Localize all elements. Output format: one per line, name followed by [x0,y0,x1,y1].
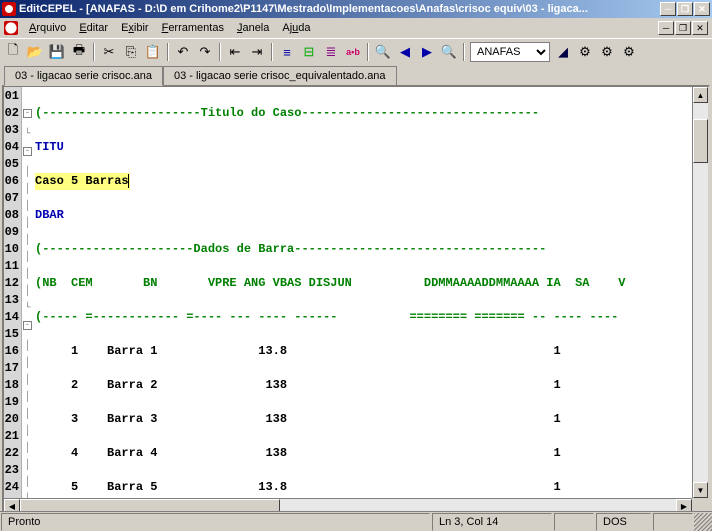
tool1-icon[interactable]: ⚙ [576,43,594,61]
menu-janela[interactable]: Janela [231,20,275,36]
mdi-icon[interactable] [4,21,18,35]
status-mode: DOS [596,513,651,531]
fold-gutter[interactable]: - └ - ││││││││└ - ││││││││││└ [22,87,33,514]
save-icon[interactable]: 💾 [48,43,66,61]
separator [219,43,221,61]
separator [367,43,369,61]
app-icon [2,2,16,16]
window-title: EditCEPEL - [ANAFAS - D:\D em Crihome2\P… [19,3,660,15]
restore-button[interactable]: ❐ [677,2,693,16]
separator [93,43,95,61]
resize-grip[interactable] [694,513,712,531]
find-icon[interactable]: 🔍 [374,43,392,61]
tree-icon[interactable]: ⊟ [300,43,318,61]
indent-left-icon[interactable]: ⇤ [226,43,244,61]
new-icon[interactable]: 🗋 [4,43,22,61]
bookmark-prev-icon[interactable]: ◀ [396,43,414,61]
run-icon[interactable]: ◢ [554,43,572,61]
mdi-close-button[interactable]: ✕ [692,21,708,35]
abc-icon[interactable]: a•b [344,43,362,61]
vscroll-thumb[interactable] [693,119,708,163]
open-icon[interactable]: 📂 [26,43,44,61]
document-tabs: 03 - ligacao serie crisoc.ana 03 - ligac… [0,65,712,85]
separator [271,43,273,61]
menu-ajuda[interactable]: Ajuda [276,20,316,36]
title-bar: EditCEPEL - [ANAFAS - D:\D em Crihome2\P… [0,0,712,18]
separator [463,43,465,61]
profile-combo[interactable]: ANAFAS [470,42,550,62]
vertical-scrollbar[interactable]: ▲ ▼ [692,87,708,498]
status-blank2 [653,513,693,531]
tab-1[interactable]: 03 - ligacao serie crisoc_equivalentado.… [163,66,397,86]
list-icon[interactable]: ≡ [278,43,296,61]
status-bar: Pronto Ln 3, Col 14 DOS [0,511,712,531]
marker-icon[interactable]: ≣ [322,43,340,61]
menu-ferramentas[interactable]: Ferramentas [156,20,230,36]
menu-arquivo[interactable]: Arquivo [23,20,72,36]
mdi-minimize-button[interactable]: ─ [658,21,674,35]
menu-editar[interactable]: Editar [73,20,114,36]
mdi-restore-button[interactable]: ❐ [675,21,691,35]
find-all-icon[interactable]: 🔍 [440,43,458,61]
indent-right-icon[interactable]: ⇥ [248,43,266,61]
tool3-icon[interactable]: ⚙ [620,43,638,61]
tab-0[interactable]: 03 - ligacao serie crisoc.ana [4,66,163,86]
line-number-gutter: 01 02 03 04 05 06 07 08 09 10 11 12 13 1… [4,87,22,514]
print-icon[interactable]: 🖶 [70,43,88,61]
paste-icon[interactable]: 📋 [144,43,162,61]
separator [167,43,169,61]
toolbar: 🗋 📂 💾 🖶 ✂ ⎘ 📋 ↶ ↷ ⇤ ⇥ ≡ ⊟ ≣ a•b 🔍 ◀ ▶ 🔍 … [0,38,712,65]
redo-icon[interactable]: ↷ [196,43,214,61]
minimize-button[interactable]: ─ [660,2,676,16]
code-area[interactable]: (----------------------Titulo do Caso---… [33,87,708,514]
menu-exibir[interactable]: Exibir [115,20,155,36]
scroll-up-icon[interactable]: ▲ [693,87,708,103]
tool2-icon[interactable]: ⚙ [598,43,616,61]
scroll-down-icon[interactable]: ▼ [693,482,708,498]
bookmark-next-icon[interactable]: ▶ [418,43,436,61]
undo-icon[interactable]: ↶ [174,43,192,61]
editor: 01 02 03 04 05 06 07 08 09 10 11 12 13 1… [2,85,710,516]
status-ready: Pronto [1,513,430,531]
menu-bar: Arquivo Editar Exibir Ferramentas Janela… [0,18,712,38]
cut-icon[interactable]: ✂ [100,43,118,61]
copy-icon[interactable]: ⎘ [122,43,140,61]
close-button[interactable]: ✕ [694,2,710,16]
status-blank1 [554,513,594,531]
status-position: Ln 3, Col 14 [432,513,552,531]
